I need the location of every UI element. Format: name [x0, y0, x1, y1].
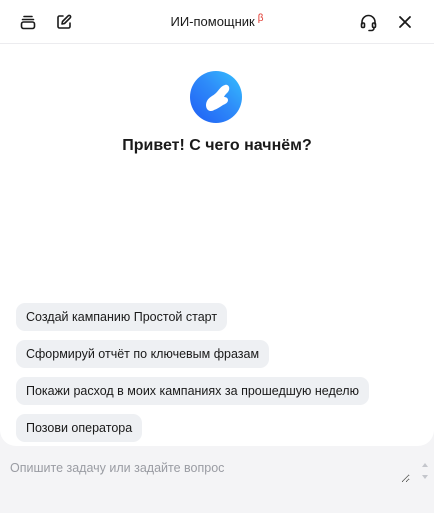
headset-icon — [360, 14, 376, 31]
assistant-logo — [190, 71, 242, 123]
arrow-up-icon — [422, 463, 428, 467]
page-title: ИИ-помощник — [170, 14, 255, 29]
suggestions-list: Создай кампанию Простой старт Сформируй … — [16, 303, 369, 451]
arrow-down-icon — [422, 475, 428, 479]
suggestion-chip[interactable]: Позови оператора — [16, 414, 143, 442]
close-button[interactable] — [393, 10, 417, 34]
message-input[interactable] — [10, 461, 410, 483]
resize-handle[interactable] — [422, 463, 428, 479]
beta-badge: β — [257, 13, 264, 24]
chat-panel: ИИ-помощник β Привет! С чего начнём? Соз… — [0, 0, 434, 446]
suggestion-chip[interactable]: Покажи расход в моих кампаниях за прошед… — [16, 377, 369, 405]
suggestion-chip[interactable]: Создай кампанию Простой старт — [16, 303, 228, 331]
composer — [0, 452, 434, 513]
greeting-text: Привет! С чего начнём? — [122, 137, 312, 154]
close-icon — [399, 16, 411, 28]
support-button[interactable] — [356, 10, 380, 34]
header: ИИ-помощник β — [0, 0, 434, 44]
suggestion-chip[interactable]: Сформируй отчёт по ключевым фразам — [16, 340, 270, 368]
assistant-window: ИИ-помощник β Привет! С чего начнём? Соз… — [0, 0, 434, 513]
